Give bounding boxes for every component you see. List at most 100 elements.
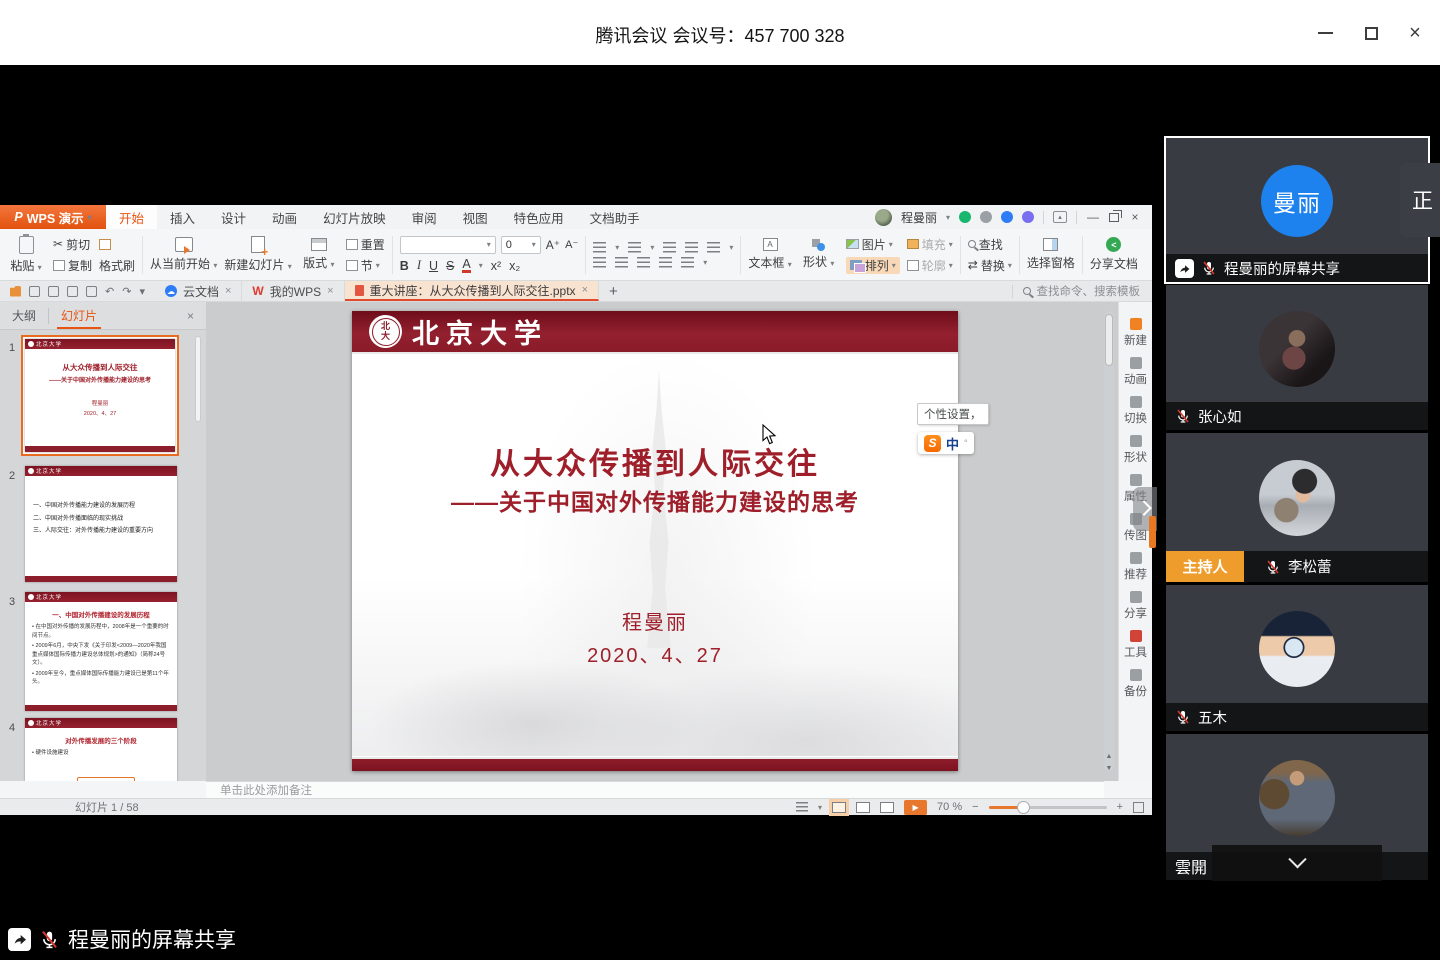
paste-button[interactable]: 粘贴 ▾ [6,236,46,274]
minimize-button[interactable] [1316,24,1334,42]
close-button[interactable]: × [1406,24,1424,42]
tool-toolbox[interactable]: 工具 [1124,630,1147,660]
docer-icon[interactable] [959,211,971,223]
ime-bar[interactable]: S 中 ° [918,432,974,454]
format-painter-button[interactable]: 格式刷 [99,257,135,274]
font-color-button[interactable]: A [462,258,470,274]
new-tab-button[interactable]: + [599,281,628,301]
zoom-in-button[interactable]: + [1117,801,1123,813]
participant-tile[interactable]: 张心如 [1166,285,1428,430]
tab-slideshow[interactable]: 幻灯片放映 [310,205,399,229]
indent-icon[interactable] [685,242,698,253]
thumbnail-scrollbar[interactable] [195,336,201,422]
subscript-button[interactable]: x₂ [509,259,520,273]
increase-font-button[interactable]: A⁺ [546,238,560,252]
save-icon[interactable] [29,286,40,297]
ime-mode-icon[interactable]: ° [964,438,968,448]
collapse-ribbon-icon[interactable]: ▴ [1053,211,1067,223]
close-tab-icon[interactable]: × [582,284,588,296]
zoom-out-button[interactable]: − [972,801,978,813]
participant-tile-host[interactable]: 主持人 李松蕾 [1166,433,1428,582]
tool-transition[interactable]: 切换 [1124,396,1147,426]
canvas-scrollbar[interactable] [1104,311,1114,771]
tool-shapes[interactable]: 形状 [1124,435,1147,465]
ime-lang-indicator[interactable]: 中 [946,434,959,453]
tab-special-apps[interactable]: 特色应用 [501,205,577,229]
tab-design[interactable]: 设计 [208,205,259,229]
canvas-scrollbar-thumb[interactable] [1105,314,1113,366]
redo-icon[interactable]: ↷ [122,285,131,298]
export-icon[interactable] [48,286,59,297]
section-button[interactable]: 节 ▾ [346,257,385,274]
italic-button[interactable]: I [417,258,421,273]
tool-new[interactable]: 新建 [1124,318,1147,348]
notes-input[interactable]: 单击此处添加备注 [206,781,1104,798]
add-slide-button[interactable]: + [77,777,135,781]
line-spacing-icon[interactable] [681,257,694,268]
undo-icon[interactable]: ↶ [105,285,114,298]
account-avatar[interactable] [875,209,892,226]
slide-sorter-icon[interactable] [856,802,870,813]
strikethrough-button[interactable]: S [446,259,454,273]
print-icon[interactable] [67,286,78,297]
vip-dropdown-icon[interactable]: ▾ [946,213,950,222]
play-slideshow-button[interactable]: ▶ [904,800,927,815]
numbered-list-icon[interactable] [628,242,641,253]
tab-home[interactable]: 开始 [106,205,157,229]
arrange-button[interactable]: 排列 ▾ [846,257,900,274]
text-direction-icon[interactable] [707,242,720,253]
outline-button[interactable]: 轮廓 ▾ [907,257,953,274]
tab-animation[interactable]: 动画 [259,205,310,229]
participant-tile-sharer[interactable]: 曼丽 程曼丽的屏幕共享 [1166,138,1428,282]
help-icon[interactable] [1022,211,1034,223]
thumbnail-1-selected[interactable]: 北京大学 从大众传播到人际交往 ——关于中国对外传播能力建设的思考 程曼丽 20… [21,335,179,456]
zoom-slider[interactable] [989,806,1107,809]
share-doc-button[interactable]: < 分享文档 [1090,237,1138,272]
replace-button[interactable]: ⇄替换 ▾ [968,257,1012,274]
find-button[interactable]: 查找 [968,236,1012,253]
wps-restore-button[interactable] [1109,213,1119,222]
wps-minimize-button[interactable]: — [1086,210,1100,224]
tool-backup[interactable]: 备份 [1124,669,1147,699]
layout-button[interactable]: 版式 ▾ [299,238,339,271]
thumbnail-2[interactable]: 北京大学 一、中国对外传播能力建设的发展历程 二、中国对外传播面临的现实挑战 三… [25,466,177,582]
cut-button[interactable]: ✂剪切 [53,236,92,253]
normal-view-icon[interactable] [832,802,846,813]
maximize-button[interactable] [1362,24,1380,42]
shapes-button[interactable]: 形状 ▾ [799,239,839,270]
tab-insert[interactable]: 插入 [157,205,208,229]
notes-toggle-icon[interactable] [796,802,808,813]
fit-slide-icon[interactable] [1133,802,1144,813]
prev-next-slide-buttons[interactable]: ▲▼ [1104,751,1114,775]
collapse-panel-button[interactable] [1212,845,1382,881]
doc-tab-presentation[interactable]: 重大讲座：从大众传播到人际交往.pptx × [345,281,599,301]
new-slide-button[interactable]: 新建幻灯片 ▾ [224,236,291,273]
decrease-font-button[interactable]: A⁻ [565,238,578,251]
slide-canvas[interactable]: 北大 北京大学 从大众传播到人际交往 ——关于中国对外传播能力建设的思考 程曼丽… [352,311,958,771]
preview-icon[interactable] [86,286,97,297]
align-right-icon[interactable] [637,257,650,268]
participant-tile[interactable]: 五木 [1166,585,1428,731]
tab-review[interactable]: 审阅 [399,205,450,229]
thumbnail-4[interactable]: 北京大学 对外传播发展的三个阶段 • 硬件设施建设 [25,718,177,781]
bold-button[interactable]: B [400,259,409,273]
doc-tab-mywps[interactable]: W 我的WPS × [242,281,344,301]
wps-close-button[interactable]: × [1128,210,1142,224]
selection-pane-button[interactable]: 选择窗格 [1027,238,1075,271]
tab-view[interactable]: 视图 [450,205,501,229]
outdent-icon[interactable] [663,242,676,253]
thumbnail-3[interactable]: 北京大学 一、中国对外传播建设的发展历程 • 在中国对外传播的发展历程中，200… [25,592,177,711]
fill-button[interactable]: 填充 ▾ [907,236,953,253]
close-panel-icon[interactable]: × [187,309,206,323]
open-file-icon[interactable] [10,286,21,297]
font-size-select[interactable]: 0▾ [501,236,541,254]
quick-access-dropdown-icon[interactable]: ▾ [139,285,145,298]
doc-tab-cloud[interactable]: ☁ 云文档 × [155,281,242,301]
align-left-icon[interactable] [593,257,606,268]
superscript-button[interactable]: x² [491,259,501,273]
justify-icon[interactable] [659,257,672,268]
text-box-button[interactable]: A 文本框 ▾ [748,238,791,271]
reading-view-icon[interactable] [880,802,894,813]
account-name[interactable]: 程曼丽 [901,209,937,226]
tool-animation[interactable]: 动画 [1124,357,1147,387]
